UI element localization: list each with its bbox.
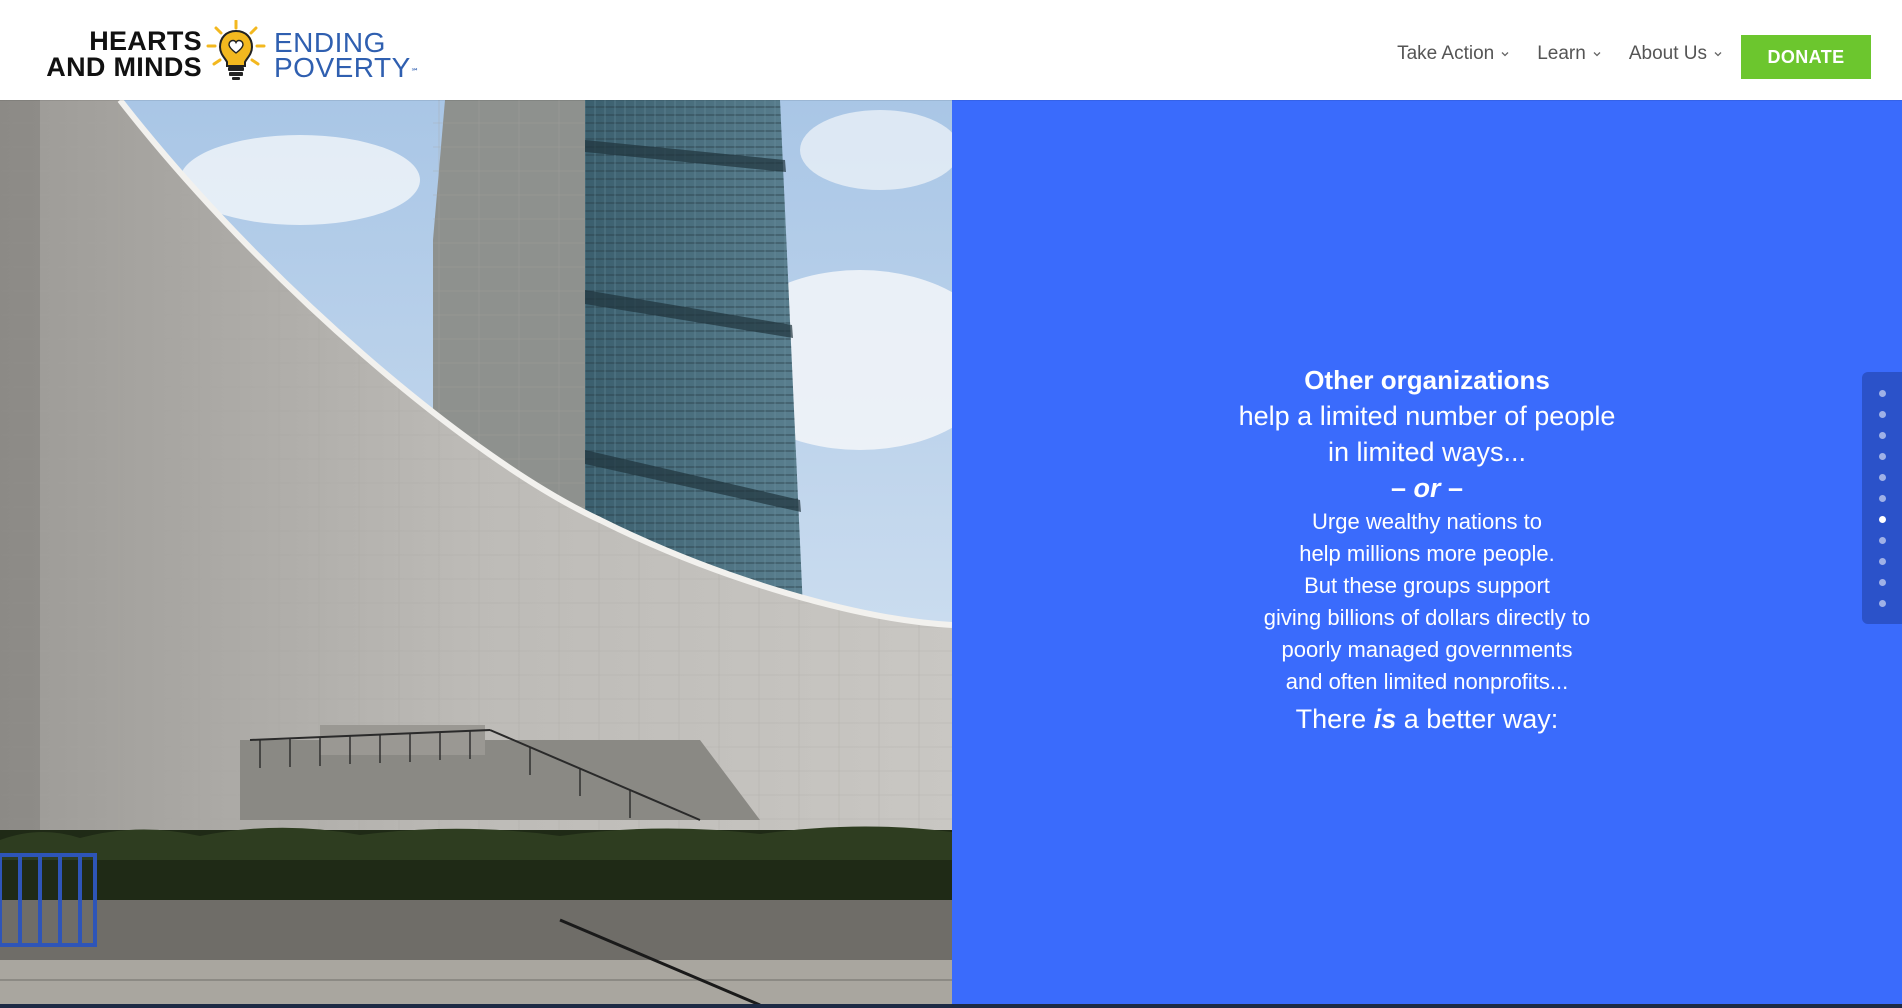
closing-suffix: a better way: — [1396, 704, 1559, 734]
logo-text-right: ENDING POVERTY℠ — [274, 29, 420, 83]
message-small-line: Urge wealthy nations to — [1312, 509, 1542, 534]
section-dot-7[interactable] — [1879, 516, 1886, 523]
nav-learn[interactable]: Learn — [1537, 43, 1601, 65]
section-dot-1[interactable] — [1879, 390, 1886, 397]
message-small-line: and often limited nonprofits... — [1285, 669, 1569, 694]
bottom-edge-bar — [0, 1004, 1902, 1008]
main-nav: Take Action Learn About Us — [1369, 43, 1722, 65]
section-dot-8[interactable] — [1879, 537, 1886, 544]
nav-learn-label: Learn — [1537, 43, 1586, 64]
message-small-line: help millions more people. — [1299, 541, 1555, 566]
message-line-2: in limited ways... — [1327, 437, 1527, 467]
message-closing-line: There is a better way: — [952, 700, 1902, 738]
section-dot-3[interactable] — [1879, 432, 1886, 439]
logo-line-hearts: HEARTS — [89, 26, 202, 56]
message-line-1: help a limited number of people — [1238, 401, 1616, 431]
message-or-line: – or – — [952, 470, 1902, 506]
nav-take-action-label: Take Action — [1397, 43, 1495, 64]
nav-about-us-label: About Us — [1628, 43, 1707, 64]
or-suffix: – — [1440, 473, 1464, 503]
message-text: Other organizations help a limited numbe… — [952, 362, 1902, 738]
section-dot-10[interactable] — [1879, 579, 1886, 586]
chevron-down-icon — [1501, 52, 1509, 57]
section-dot-4[interactable] — [1879, 453, 1886, 460]
section-dot-5[interactable] — [1879, 474, 1886, 481]
message-small-line: poorly managed governments — [1281, 637, 1573, 662]
chevron-down-icon — [1714, 52, 1722, 57]
hero-photo-un-building — [0, 100, 952, 1005]
logo-line-and-minds: AND MINDS — [46, 52, 202, 82]
message-small-line: giving billions of dollars directly to — [1263, 605, 1591, 630]
nav-take-action[interactable]: Take Action — [1397, 43, 1509, 65]
or-prefix: – — [1390, 473, 1414, 503]
closing-emphasis: is — [1373, 704, 1397, 734]
logo-line-poverty: POVERTY℠ — [274, 52, 420, 83]
section-dot-nav — [1862, 372, 1902, 624]
lightbulb-heart-icon — [204, 19, 268, 82]
section-dot-2[interactable] — [1879, 411, 1886, 418]
section-dot-6[interactable] — [1879, 495, 1886, 502]
message-heading: Other organizations — [1304, 365, 1550, 395]
closing-prefix: There — [1295, 704, 1374, 734]
section-dot-11[interactable] — [1879, 600, 1886, 607]
service-mark: ℠ — [410, 67, 420, 76]
message-panel: Other organizations help a limited numbe… — [952, 100, 1902, 1005]
logo-word-poverty: POVERTY — [274, 52, 411, 83]
nav-about-us[interactable]: About Us — [1629, 43, 1722, 65]
site-header: HEARTS AND MINDS ENDING POVERTY℠ Take Ac… — [0, 0, 1902, 100]
logo-text-left: HEARTS AND MINDS — [34, 26, 202, 82]
or-word: or — [1413, 473, 1441, 503]
donate-button[interactable]: DONATE — [1741, 35, 1871, 79]
message-small-line: But these groups support — [1304, 573, 1550, 598]
section-dot-9[interactable] — [1879, 558, 1886, 565]
chevron-down-icon — [1593, 52, 1601, 57]
site-logo[interactable]: HEARTS AND MINDS ENDING POVERTY℠ — [34, 19, 424, 83]
